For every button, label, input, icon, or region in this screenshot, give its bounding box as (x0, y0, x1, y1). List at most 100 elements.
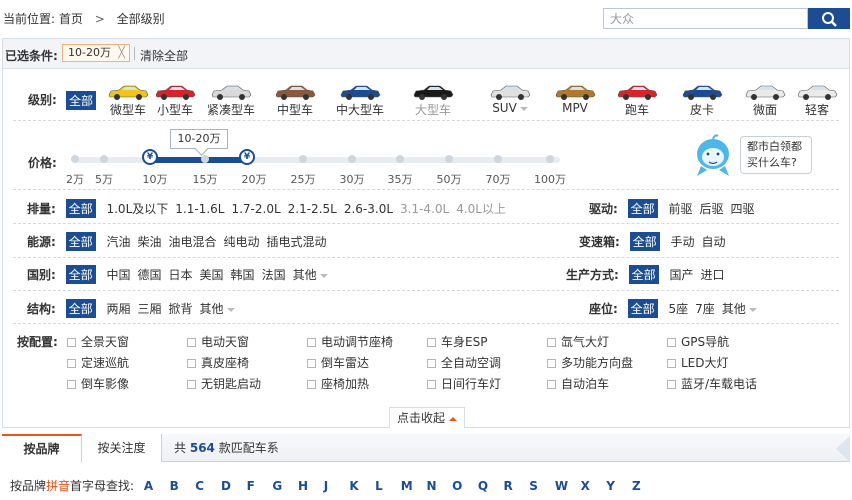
country-option[interactable]: 日本 (169, 266, 193, 283)
letter-link[interactable]: R (504, 479, 530, 493)
letter-link[interactable]: L (375, 479, 401, 493)
checkbox-icon[interactable] (67, 380, 76, 389)
checkbox-icon[interactable] (187, 359, 196, 368)
letter-link[interactable]: O (452, 479, 478, 493)
config-checkbox[interactable]: 无钥匙启动 (187, 375, 261, 392)
drive-option[interactable]: 前驱 (668, 200, 692, 217)
config-checkbox[interactable]: 定速巡航 (67, 354, 129, 371)
drive-option[interactable]: 四驱 (731, 200, 755, 217)
price-tick[interactable]: 5万 (95, 171, 113, 187)
price-slider-dot[interactable] (299, 155, 307, 163)
config-checkbox[interactable]: 自动泊车 (547, 375, 609, 392)
letter-link[interactable]: Q (478, 479, 504, 493)
structure-option[interactable]: 其他 (200, 300, 235, 317)
letter-link[interactable]: H (298, 479, 324, 493)
country-option[interactable]: 美国 (200, 266, 224, 283)
letter-link[interactable]: A (144, 479, 170, 493)
mascot-icon[interactable] (693, 134, 733, 178)
letter-link[interactable]: Z (632, 479, 658, 493)
gearbox-all-button[interactable]: 全部 (629, 232, 660, 251)
drive-all-button[interactable]: 全部 (627, 199, 658, 218)
mascot-speech-bubble[interactable]: 都市白领都 买什么车? (740, 136, 812, 174)
letter-link[interactable]: S (529, 479, 555, 493)
checkbox-icon[interactable] (547, 338, 556, 347)
search-button[interactable] (808, 8, 850, 29)
production-all-button[interactable]: 全部 (628, 265, 659, 284)
chevron-left-icon[interactable] (832, 434, 850, 464)
displacement-option[interactable]: 2.6-3.0L (344, 202, 393, 216)
checkbox-icon[interactable] (667, 380, 676, 389)
level-item[interactable]: 大型车 (411, 83, 455, 118)
letter-link[interactable]: X (581, 479, 607, 493)
country-all-button[interactable]: 全部 (65, 265, 96, 284)
condition-tag[interactable]: 10-20万 ╳ (62, 44, 130, 62)
structure-all-button[interactable]: 全部 (65, 299, 96, 318)
level-item[interactable]: 跑车 (615, 83, 659, 118)
config-checkbox[interactable]: 座椅加热 (307, 375, 369, 392)
level-item[interactable]: 微型车 (106, 83, 150, 118)
config-checkbox[interactable]: 真皮座椅 (187, 354, 249, 371)
search-input[interactable] (603, 8, 808, 29)
config-checkbox[interactable]: 车身ESP (427, 333, 487, 350)
energy-option[interactable]: 插电式混动 (267, 233, 327, 250)
price-tick[interactable]: 50万 (437, 171, 462, 187)
letter-link[interactable]: K (349, 479, 375, 493)
energy-option[interactable]: 汽油 (106, 233, 130, 250)
level-item[interactable]: 皮卡 (680, 83, 724, 118)
letter-link[interactable]: F (247, 479, 273, 493)
level-item[interactable]: SUV (488, 83, 532, 115)
checkbox-icon[interactable] (67, 338, 76, 347)
production-option[interactable]: 国产 (669, 266, 693, 283)
letter-link[interactable]: B (170, 479, 196, 493)
structure-option[interactable]: 掀背 (169, 300, 193, 317)
price-slider-dot[interactable] (348, 155, 356, 163)
level-item[interactable]: 小型车 (153, 83, 197, 118)
clear-all-link[interactable]: 清除全部 (140, 47, 188, 64)
country-option[interactable]: 其他 (293, 266, 328, 283)
letter-link[interactable]: Y (606, 479, 632, 493)
letter-link[interactable]: D (221, 479, 247, 493)
checkbox-icon[interactable] (547, 380, 556, 389)
config-checkbox[interactable]: 蓝牙/车载电话 (667, 375, 757, 392)
production-option[interactable]: 进口 (701, 266, 725, 283)
price-tick[interactable]: 10万 (143, 171, 168, 187)
checkbox-icon[interactable] (307, 338, 316, 347)
checkbox-icon[interactable] (427, 359, 436, 368)
level-item[interactable]: 中大型车 (336, 83, 384, 118)
country-option[interactable]: 德国 (138, 266, 162, 283)
displacement-option[interactable]: 1.7-2.0L (231, 202, 280, 216)
breadcrumb-home-link[interactable]: 首页 (59, 12, 83, 26)
level-item[interactable]: 微面 (743, 83, 787, 118)
checkbox-icon[interactable] (667, 359, 676, 368)
price-slider-dot[interactable] (100, 155, 108, 163)
collapse-button[interactable]: 点击收起 (389, 407, 465, 428)
price-tick[interactable]: 35万 (388, 171, 413, 187)
config-checkbox[interactable]: 电动调节座椅 (307, 333, 393, 350)
price-tick[interactable]: 30万 (340, 171, 365, 187)
config-checkbox[interactable]: LED大灯 (667, 354, 729, 371)
price-tick[interactable]: 25万 (291, 171, 316, 187)
letter-link[interactable]: W (555, 479, 581, 493)
close-icon[interactable]: ╳ (118, 45, 125, 61)
displacement-option[interactable]: 2.1-2.5L (288, 202, 337, 216)
price-slider-dot[interactable] (71, 155, 79, 163)
price-slider-max-handle[interactable]: ¥ (239, 149, 255, 165)
checkbox-icon[interactable] (427, 380, 436, 389)
gearbox-option[interactable]: 手动 (670, 233, 694, 250)
level-item[interactable]: 轻客 (795, 83, 839, 118)
price-slider-min-handle[interactable]: ¥ (142, 149, 158, 165)
checkbox-icon[interactable] (547, 359, 556, 368)
config-checkbox[interactable]: 全景天窗 (67, 333, 129, 350)
price-slider-dot[interactable] (396, 155, 404, 163)
price-slider-dot[interactable] (546, 155, 554, 163)
tab-by-brand[interactable]: 按品牌 (2, 434, 82, 462)
letter-link[interactable]: J (324, 479, 350, 493)
price-tick[interactable]: 2万 (66, 171, 84, 187)
price-slider-dot[interactable] (201, 155, 209, 163)
checkbox-icon[interactable] (307, 380, 316, 389)
letter-link[interactable]: M (401, 479, 427, 493)
energy-option[interactable]: 油电混合 (169, 233, 217, 250)
config-checkbox[interactable]: GPS导航 (667, 333, 729, 350)
checkbox-icon[interactable] (307, 359, 316, 368)
price-slider-dot[interactable] (494, 155, 502, 163)
